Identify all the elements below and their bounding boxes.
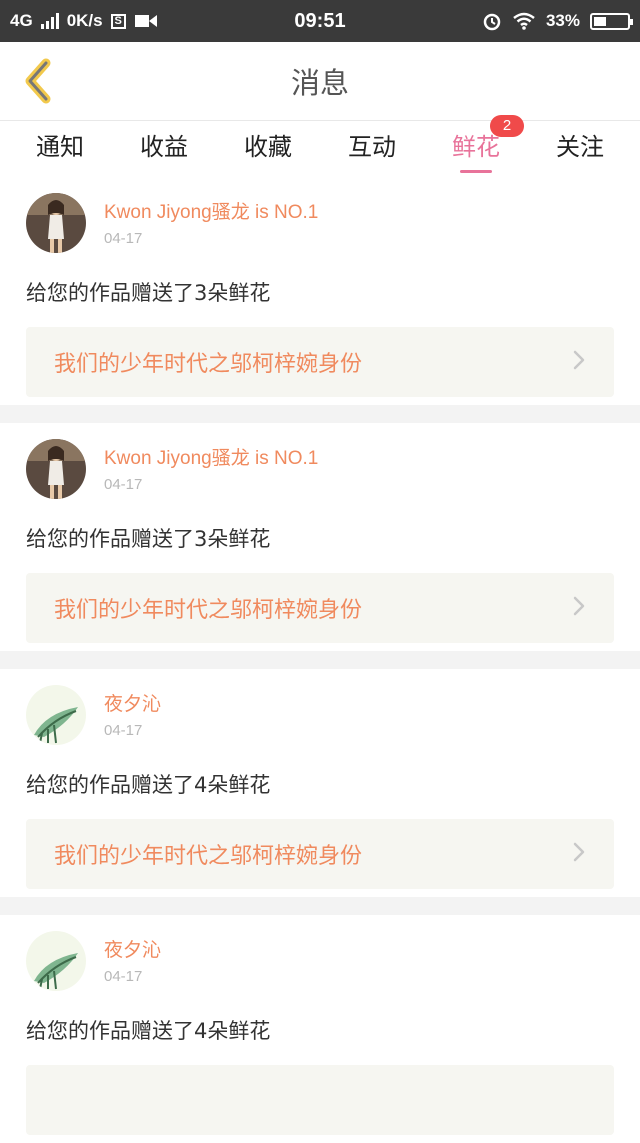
video-icon [134, 15, 157, 27]
message-text: 给您的作品赠送了3朵鲜花 [26, 281, 271, 305]
user-row: 夜夕沁 04-17 [26, 685, 614, 755]
page-title: 消息 [290, 66, 349, 100]
work-title: 我们的少年时代之邬柯梓婉身份 [54, 844, 363, 869]
user-meta: Kwon Jiyong骚龙 is NO.1 04-17 [104, 439, 318, 493]
post-date: 04-17 [104, 968, 143, 985]
work-link[interactable]: 我们的少年时代之邬柯梓婉身份 [26, 327, 614, 397]
tab-label: 收益 [140, 133, 188, 161]
message-card: Kwon Jiyong骚龙 is NO.1 04-17 给您的作品赠送了3朵鲜花我们… [0, 423, 640, 651]
post-date: 04-17 [104, 722, 143, 739]
tab-label: 通知 [36, 133, 84, 161]
back-arrow-icon [25, 58, 51, 104]
battery-fill [594, 16, 606, 26]
tab-3[interactable]: 互动 [320, 121, 424, 177]
message-text: 给您的作品赠送了4朵鲜花 [26, 1019, 271, 1043]
avatar[interactable] [26, 193, 86, 253]
alarm-icon [483, 13, 501, 31]
battery-icon [590, 12, 633, 30]
battery-percent: 33% [545, 11, 580, 30]
user-name[interactable]: Kwon Jiyong骚龙 is NO.1 [104, 443, 318, 470]
work-link[interactable]: 我们的少年时代之邬柯梓婉身份 [26, 573, 614, 643]
s-app-icon: S [110, 13, 126, 29]
user-row: Kwon Jiyong骚龙 is NO.1 04-17 [26, 439, 614, 509]
user-name[interactable]: 夜夕沁 [104, 935, 161, 962]
work-title: 我们的少年时代之邬柯梓婉身份 [54, 352, 363, 377]
message-card: 夜夕沁 04-17 给您的作品赠送了4朵鲜花我们的少年时代之邬柯梓婉身份 [0, 669, 640, 897]
post-date: 04-17 [104, 230, 143, 247]
header: 消息 [0, 42, 640, 121]
chevron-right-icon [572, 596, 586, 620]
tab-1[interactable]: 收益 [112, 121, 216, 177]
message-feed: Kwon Jiyong骚龙 is NO.1 04-17 给您的作品赠送了3朵鲜花 我们… [0, 177, 640, 1143]
user-meta: 夜夕沁 04-17 [104, 931, 161, 985]
tab-label: 鲜花 [452, 133, 500, 161]
user-row: Kwon Jiyong骚龙 is NO.1 04-17 [26, 193, 614, 263]
tab-badge: 2 [490, 115, 524, 137]
post-date: 04-17 [104, 476, 143, 493]
work-link[interactable]: 我们的少年时代之邬柯梓婉身份 [26, 819, 614, 889]
tab-0[interactable]: 通知 [8, 121, 112, 177]
work-link[interactable] [26, 1065, 614, 1135]
network-type: 4G [10, 11, 33, 30]
message-text: 给您的作品赠送了4朵鲜花 [26, 773, 271, 797]
signal-icon [40, 13, 59, 29]
chevron-right-icon [572, 350, 586, 374]
user-name[interactable]: 夜夕沁 [104, 689, 161, 716]
status-bar: 4G 0K/s S 09:51 33% [0, 0, 640, 42]
clock: 09:51 [294, 9, 346, 32]
user-row: 夜夕沁 04-17 [26, 931, 614, 1001]
tab-label: 关注 [556, 133, 604, 161]
avatar[interactable] [26, 931, 86, 991]
message-card: Kwon Jiyong骚龙 is NO.1 04-17 给您的作品赠送了3朵鲜花我们… [0, 177, 640, 405]
tab-2[interactable]: 收藏 [216, 121, 320, 177]
chevron-right-icon [572, 842, 586, 866]
message-card: 夜夕沁 04-17 给您的作品赠送了4朵鲜花 [0, 915, 640, 1143]
work-title: 我们的少年时代之邬柯梓婉身份 [54, 598, 363, 623]
tab-label: 互动 [348, 133, 396, 161]
network-speed: 0K/s [66, 11, 103, 30]
avatar[interactable] [26, 685, 86, 745]
message-text: 给您的作品赠送了3朵鲜花 [26, 527, 271, 551]
tab-5[interactable]: 关注 [528, 121, 632, 177]
user-name[interactable]: Kwon Jiyong骚龙 is NO.1 [104, 197, 318, 224]
tab-4[interactable]: 鲜花 2 [424, 115, 528, 177]
avatar[interactable] [26, 439, 86, 499]
user-meta: 夜夕沁 04-17 [104, 685, 161, 739]
back-button[interactable] [14, 56, 64, 106]
user-meta: Kwon Jiyong骚龙 is NO.1 04-17 [104, 193, 318, 247]
tab-bar: 通知 收益 收藏 互动 鲜花 2 关注 [0, 115, 640, 177]
tab-label: 收藏 [244, 133, 292, 161]
wifi-icon [513, 12, 535, 30]
